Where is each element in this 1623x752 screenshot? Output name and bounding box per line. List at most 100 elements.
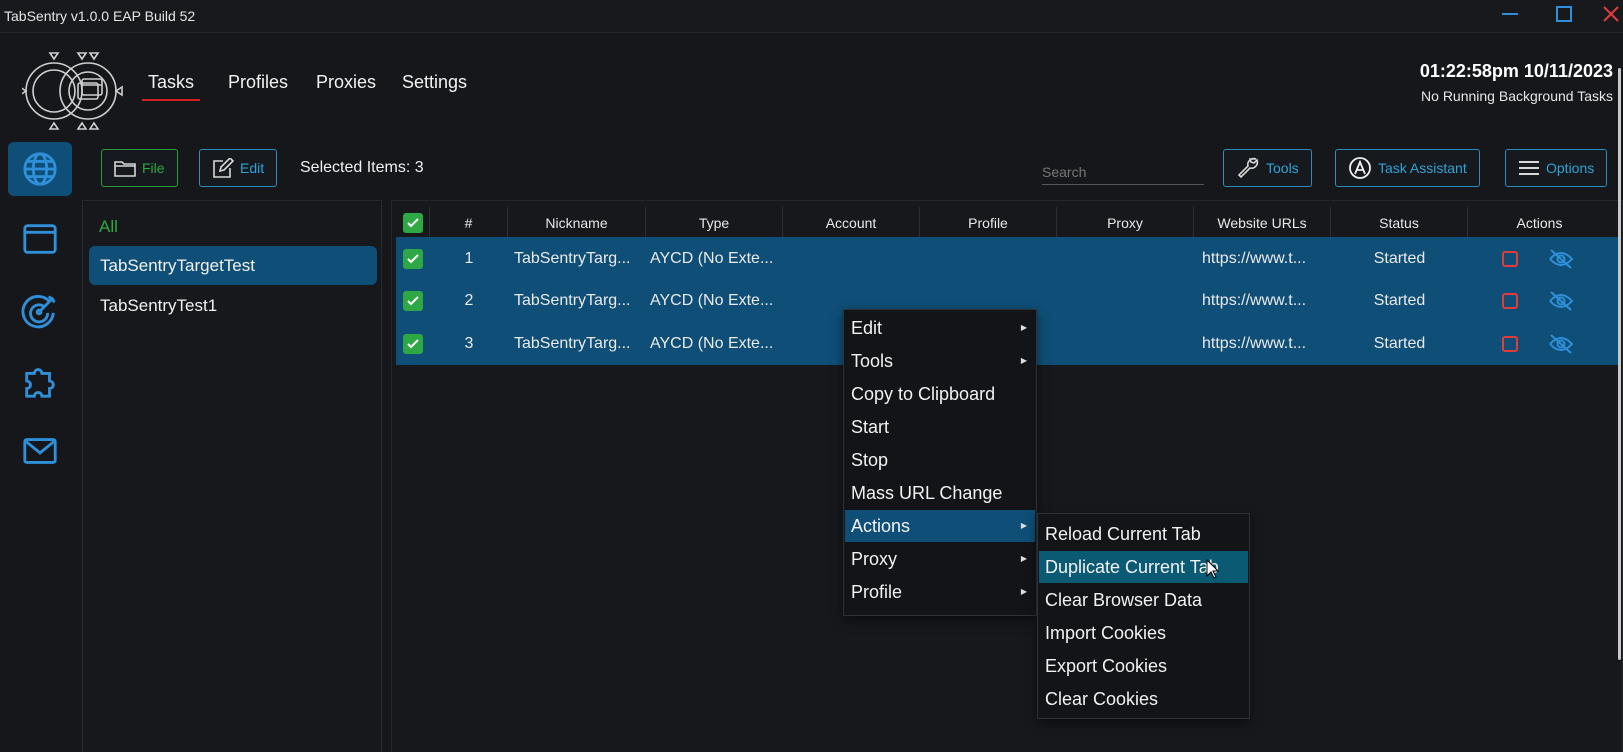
file-button[interactable]: File bbox=[101, 149, 178, 187]
maximize-button[interactable] bbox=[1551, 4, 1577, 28]
window-title: TabSentry v1.0.0 EAP Build 52 bbox=[4, 8, 196, 24]
selected-items-count: Selected Items: 3 bbox=[300, 159, 424, 176]
submenu-arrow-icon: ▶ bbox=[1020, 356, 1027, 365]
folder-icon bbox=[114, 161, 136, 177]
mouse-cursor-icon bbox=[1206, 559, 1220, 579]
row-nickname: TabSentryTarg... bbox=[514, 334, 631, 352]
context-menu-item-mass-url-change[interactable]: Mass URL Change bbox=[845, 477, 1035, 509]
nav-tab-tasks[interactable]: Tasks bbox=[141, 72, 201, 101]
menu-item-label: Edit bbox=[851, 318, 883, 338]
tools-button-label: Tools bbox=[1266, 160, 1299, 176]
sidebar-mail-button[interactable] bbox=[8, 424, 72, 478]
submenu-arrow-icon: ▶ bbox=[1020, 554, 1027, 563]
menu-item-label: Tools bbox=[851, 351, 894, 371]
stop-task-button[interactable] bbox=[1502, 335, 1518, 352]
eye-off-icon[interactable] bbox=[1548, 248, 1574, 270]
context-menu-item-stop[interactable]: Stop bbox=[845, 444, 1035, 476]
row-checkbox[interactable] bbox=[403, 290, 423, 311]
app-logo-icon bbox=[19, 45, 124, 139]
eye-off-icon[interactable] bbox=[1548, 290, 1574, 312]
context-menu-item-actions[interactable]: Actions ▶ bbox=[845, 510, 1035, 542]
sidebar-browser-button[interactable] bbox=[8, 212, 72, 266]
submenu-arrow-icon: ▶ bbox=[1020, 323, 1027, 332]
group-list: All TabSentryTargetTest TabSentryTest1 bbox=[82, 200, 382, 752]
scrollbar[interactable] bbox=[1618, 68, 1621, 660]
row-nickname: TabSentryTarg... bbox=[514, 291, 631, 309]
column-header[interactable]: Type bbox=[646, 207, 783, 239]
column-header[interactable]: Website URLs bbox=[1194, 207, 1331, 239]
options-button-label: Options bbox=[1546, 160, 1595, 176]
row-status: Started bbox=[1373, 249, 1426, 267]
task-assistant-button[interactable]: Task Assistant bbox=[1335, 149, 1480, 187]
globe-icon bbox=[23, 152, 57, 186]
context-menu-item-edit[interactable]: Edit ▶ bbox=[845, 312, 1035, 344]
row-type: AYCD (No Exte... bbox=[650, 249, 774, 267]
title-bar: TabSentry v1.0.0 EAP Build 52 bbox=[0, 0, 1623, 33]
context-menu-item-tools[interactable]: Tools ▶ bbox=[845, 345, 1035, 377]
row-checkbox[interactable] bbox=[403, 333, 423, 354]
menu-item-label: Proxy bbox=[851, 549, 898, 569]
assistant-icon bbox=[1349, 157, 1371, 179]
sidebar-extensions-button[interactable] bbox=[8, 354, 72, 408]
task-assistant-label: Task Assistant bbox=[1378, 160, 1467, 176]
group-all[interactable]: All bbox=[99, 217, 118, 237]
check-icon bbox=[407, 253, 419, 263]
row-url: https://www.t... bbox=[1202, 334, 1307, 352]
context-menu-item-start[interactable]: Start bbox=[845, 411, 1035, 443]
minimize-button[interactable] bbox=[1497, 4, 1523, 28]
submenu-item-reload-tab[interactable]: Reload Current Tab bbox=[1039, 518, 1248, 550]
options-button[interactable]: Options bbox=[1505, 149, 1608, 187]
submenu-item-import-cookies[interactable]: Import Cookies bbox=[1039, 617, 1248, 649]
context-menu-item-proxy[interactable]: Proxy ▶ bbox=[845, 543, 1035, 575]
submenu-item-export-cookies[interactable]: Export Cookies bbox=[1039, 650, 1248, 682]
nav-tab-settings[interactable]: Settings bbox=[402, 72, 467, 93]
nav-tab-profiles[interactable]: Profiles bbox=[228, 72, 288, 93]
column-header[interactable]: Status bbox=[1331, 207, 1468, 239]
eye-off-icon[interactable] bbox=[1548, 333, 1574, 355]
row-type: AYCD (No Exte... bbox=[650, 334, 774, 352]
stop-task-button[interactable] bbox=[1502, 292, 1518, 309]
sidebar-target-button[interactable] bbox=[8, 284, 72, 338]
search-input[interactable] bbox=[1042, 159, 1204, 185]
submenu-item-clear-browser-data[interactable]: Clear Browser Data bbox=[1039, 584, 1248, 616]
mail-icon bbox=[23, 438, 57, 464]
edit-button-label: Edit bbox=[240, 160, 265, 176]
background-status: No Running Background Tasks bbox=[1421, 88, 1613, 104]
sidebar-globe-button[interactable] bbox=[8, 142, 72, 196]
stop-task-button[interactable] bbox=[1502, 250, 1518, 267]
check-icon bbox=[407, 338, 419, 348]
column-header[interactable]: Proxy bbox=[1057, 207, 1194, 239]
column-header[interactable]: Account bbox=[783, 207, 920, 239]
edit-button[interactable]: Edit bbox=[199, 149, 278, 187]
row-number: 2 bbox=[464, 291, 474, 309]
app-header: Tasks Profiles Proxies Settings 01:22:58… bbox=[0, 33, 1623, 138]
edit-icon bbox=[213, 158, 234, 178]
actions-submenu: Reload Current Tab Duplicate Current Tab… bbox=[1037, 513, 1250, 719]
menu-item-label: Actions bbox=[851, 516, 911, 536]
row-url: https://www.t... bbox=[1202, 249, 1307, 267]
column-header[interactable]: Profile bbox=[920, 207, 1057, 239]
tools-button[interactable]: Tools bbox=[1223, 149, 1312, 187]
nav-tab-proxies[interactable]: Proxies bbox=[316, 72, 376, 93]
sidebar bbox=[0, 138, 82, 752]
context-menu: Edit ▶ Tools ▶ Copy to Clipboard Start Sto… bbox=[843, 309, 1037, 616]
select-all-cell[interactable] bbox=[396, 207, 430, 239]
close-button[interactable] bbox=[1598, 4, 1623, 28]
column-header[interactable]: # bbox=[430, 207, 508, 239]
select-all-checkbox[interactable] bbox=[402, 213, 423, 233]
submenu-item-clear-cookies[interactable]: Clear Cookies bbox=[1039, 683, 1248, 715]
menu-item-label: Profile bbox=[851, 582, 903, 602]
table-row[interactable]: 1 TabSentryTarg... AYCD (No Exte... http… bbox=[396, 237, 1620, 280]
row-url: https://www.t... bbox=[1202, 291, 1307, 309]
row-type: AYCD (No Exte... bbox=[650, 291, 774, 309]
target-icon bbox=[21, 294, 56, 329]
context-menu-item-profile[interactable]: Profile ▶ bbox=[845, 576, 1035, 608]
row-status: Started bbox=[1373, 334, 1426, 352]
column-header[interactable]: Nickname bbox=[508, 207, 646, 239]
menu-icon bbox=[1519, 161, 1539, 175]
row-checkbox[interactable] bbox=[403, 248, 423, 269]
group-item[interactable]: TabSentryTargetTest bbox=[89, 246, 377, 285]
context-menu-item-copy[interactable]: Copy to Clipboard bbox=[845, 378, 1035, 410]
group-item[interactable]: TabSentryTest1 bbox=[89, 286, 377, 325]
row-status: Started bbox=[1373, 291, 1426, 309]
